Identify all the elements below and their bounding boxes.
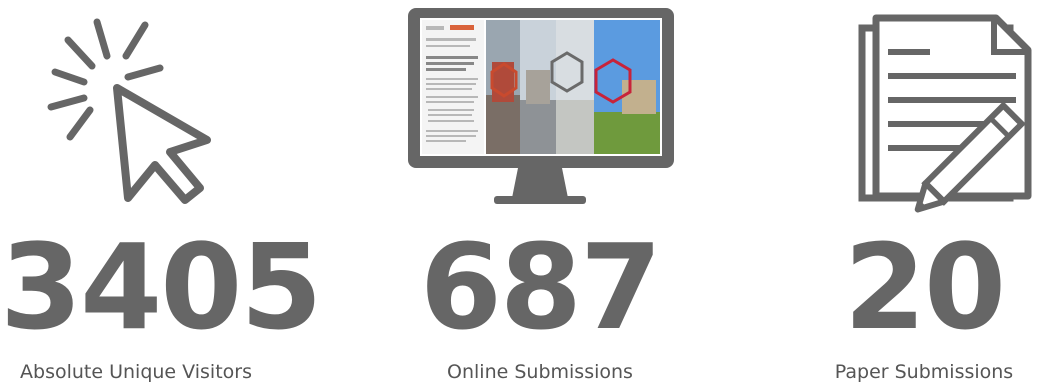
stat-value: 687 (419, 218, 662, 356)
stat-unique-visitors: 3405 Absolute Unique Visitors (0, 0, 322, 386)
stat-label: Paper Submissions (834, 361, 1014, 383)
mouse-cursor-click-icon (47, 18, 211, 204)
stat-label: Absolute Unique Visitors (20, 361, 252, 383)
stat-paper-submissions: 20 Paper Submissions (800, 0, 1048, 386)
computer-monitor-icon (408, 8, 674, 204)
stat-value: 3405 (0, 218, 322, 356)
paper-document-pen-icon (858, 14, 1032, 213)
stat-label: Online Submissions (447, 361, 633, 383)
stat-value: 20 (843, 218, 1006, 356)
stat-online-submissions: 687 Online Submissions (400, 0, 680, 386)
